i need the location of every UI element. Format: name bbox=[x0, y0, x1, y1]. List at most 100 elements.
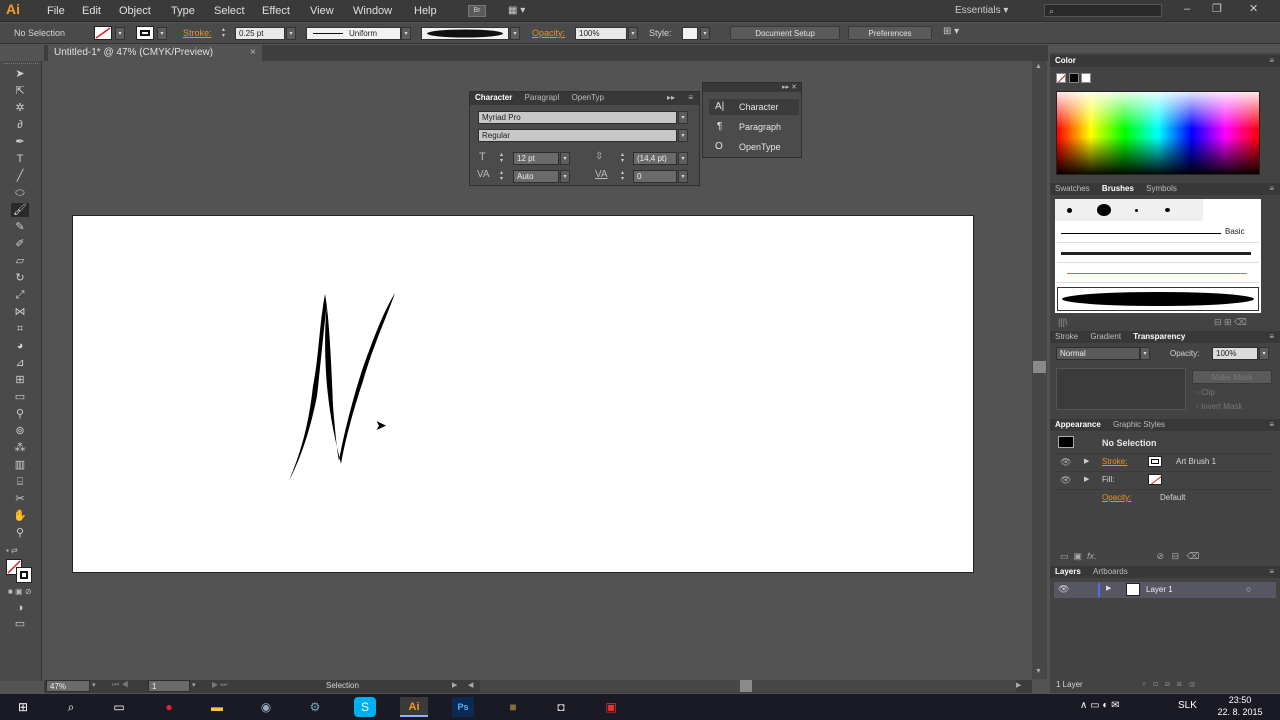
make-mask-button[interactable]: Make Mask bbox=[1192, 370, 1272, 384]
layer-row[interactable]: 👁 ▶ Layer 1 ○ bbox=[1054, 582, 1276, 598]
tab-stroke[interactable]: Stroke bbox=[1050, 331, 1083, 342]
opacity-dropdown[interactable]: ▾ bbox=[628, 27, 638, 40]
color-fill-stroke-icons[interactable] bbox=[1056, 73, 1092, 85]
appearance-opacity-row[interactable]: Opacity: Default bbox=[1054, 489, 1274, 506]
brush-stroke-artwork[interactable] bbox=[73, 216, 973, 572]
font-style-dropdown[interactable]: ▾ bbox=[678, 129, 688, 142]
leading-dropdown[interactable]: ▾ bbox=[678, 152, 688, 165]
minecraft-icon[interactable]: ■ bbox=[502, 697, 524, 717]
tab-appearance[interactable]: Appearance bbox=[1050, 419, 1106, 430]
artboard-nav-prev-icons[interactable]: ⏮ ◀ bbox=[112, 680, 129, 690]
brush-basic[interactable]: Basic bbox=[1057, 225, 1259, 243]
arrange-documents-icon[interactable]: ▦ ▾ bbox=[508, 5, 536, 17]
kerning-dropdown[interactable]: ▾ bbox=[560, 170, 570, 183]
screen-mode-icon[interactable]: ▭ bbox=[11, 617, 29, 631]
preferences-button[interactable]: Preferences bbox=[848, 26, 932, 40]
tray-icons[interactable]: ∧ ▭ ◐ ✉ bbox=[1080, 700, 1120, 711]
search-input[interactable]: ⌕ bbox=[1044, 4, 1162, 17]
document-setup-button[interactable]: Document Setup bbox=[730, 26, 840, 40]
selection-tool-icon[interactable]: ➤ bbox=[11, 67, 29, 81]
menu-object[interactable]: Object bbox=[119, 5, 151, 17]
input-language[interactable]: SLK bbox=[1178, 700, 1197, 711]
type-tool-icon[interactable]: T bbox=[11, 152, 29, 166]
fill-visibility-eye-icon[interactable]: 👁 bbox=[1060, 475, 1071, 486]
color-spectrum[interactable] bbox=[1056, 91, 1260, 175]
tab-graphic-styles[interactable]: Graphic Styles bbox=[1108, 419, 1170, 430]
stroke-visibility-eye-icon[interactable]: 👁 bbox=[1060, 457, 1071, 468]
tab-transparency[interactable]: Transparency bbox=[1128, 331, 1190, 342]
artboard-dropdown[interactable]: ▾ bbox=[192, 681, 196, 689]
blob-brush-tool-icon[interactable]: ✐ bbox=[11, 237, 29, 251]
fill-swatch[interactable] bbox=[94, 26, 112, 40]
zoom-field[interactable]: 47% bbox=[46, 680, 90, 692]
blend-tool-icon[interactable]: ⊚ bbox=[11, 424, 29, 438]
illustrator-taskbar-icon[interactable]: Ai bbox=[400, 697, 428, 717]
transparency-opacity-field[interactable]: 100% bbox=[1212, 347, 1258, 360]
perspective-grid-tool-icon[interactable]: ⊿ bbox=[11, 356, 29, 370]
invert-mask-checkbox[interactable]: ▫ Invert Mask bbox=[1196, 402, 1242, 411]
mesh-tool-icon[interactable]: ⊞ bbox=[11, 373, 29, 387]
column-graph-tool-icon[interactable]: ▥ bbox=[11, 458, 29, 472]
clip-checkbox[interactable]: ▫ Clip bbox=[1196, 388, 1215, 397]
eyedropper-tool-icon[interactable]: ⚲ bbox=[11, 407, 29, 421]
appearance-fill-row[interactable]: 👁 ▶ Fill: bbox=[1054, 471, 1274, 488]
appearance-panel-menu-icon[interactable]: ≡ bbox=[1269, 419, 1274, 430]
leading-field[interactable]: (14,4 pt) bbox=[633, 152, 677, 165]
flyout-opentype[interactable]: O OpenType bbox=[709, 139, 799, 155]
variable-width-profile[interactable]: Uniform bbox=[306, 27, 401, 40]
free-transform-tool-icon[interactable]: ⌗ bbox=[11, 322, 29, 336]
bridge-icon[interactable]: Br bbox=[468, 5, 486, 17]
menu-window[interactable]: Window bbox=[353, 5, 392, 17]
shape-builder-tool-icon[interactable]: ◕ bbox=[11, 339, 29, 353]
menu-type[interactable]: Type bbox=[171, 5, 195, 17]
layer-name[interactable]: Layer 1 bbox=[1146, 585, 1173, 594]
layer-target-icon[interactable]: ○ bbox=[1246, 584, 1251, 594]
vertical-scrollbar[interactable]: ▲ ▼ bbox=[1032, 61, 1047, 679]
opacity-field[interactable]: 100% bbox=[575, 27, 627, 40]
opera-icon[interactable]: ● bbox=[158, 697, 180, 717]
menu-effect[interactable]: Effect bbox=[262, 5, 290, 17]
tab-color[interactable]: Color bbox=[1050, 55, 1081, 66]
flyout-collapse-icon[interactable]: ▸▸ bbox=[782, 84, 789, 91]
brush-definition[interactable] bbox=[421, 27, 509, 40]
eraser-tool-icon[interactable]: ▱ bbox=[11, 254, 29, 268]
pencil-tool-icon[interactable]: ✎ bbox=[11, 220, 29, 234]
tab-symbols[interactable]: Symbols bbox=[1141, 183, 1182, 194]
taskbar-clock[interactable]: 23:50 22. 8. 2015 bbox=[1210, 694, 1270, 718]
status-menu-arrow[interactable]: ▶ bbox=[452, 681, 457, 689]
color-panel-menu-icon[interactable]: ≡ bbox=[1269, 55, 1274, 66]
fill-expand-arrow[interactable]: ▶ bbox=[1084, 475, 1089, 483]
stroke-color-box[interactable] bbox=[16, 567, 32, 583]
brush-dot-tiny[interactable] bbox=[1135, 209, 1138, 212]
scroll-left-icon[interactable]: ◀ bbox=[468, 681, 473, 689]
appearance-stroke-row[interactable]: 👁 ▶ Stroke: Art Brush 1 bbox=[1054, 453, 1274, 470]
scale-tool-icon[interactable]: ⤢ bbox=[11, 288, 29, 302]
fill-dropdown[interactable]: ▾ bbox=[115, 27, 125, 40]
close-icon[interactable]: ✕ bbox=[1249, 2, 1258, 15]
appearance-stroke-label[interactable]: Stroke: bbox=[1102, 457, 1127, 466]
appearance-opacity-label[interactable]: Opacity: bbox=[1102, 493, 1131, 502]
rotate-tool-icon[interactable]: ↻ bbox=[11, 271, 29, 285]
panel-expand-icon[interactable]: ▸▸ bbox=[667, 92, 675, 103]
line-tool-icon[interactable]: ╱ bbox=[11, 169, 29, 183]
document-tab[interactable]: Untitled-1* @ 47% (CMYK/Preview) × bbox=[48, 45, 262, 61]
brush-dot-small[interactable] bbox=[1067, 208, 1072, 213]
appearance-footer-icons[interactable]: ▭ ▣ fx. ⊘ ⊟ ⌫ bbox=[1060, 551, 1199, 562]
arrange-icon[interactable]: ⊞ ▾ bbox=[943, 26, 959, 37]
layer-expand-arrow[interactable]: ▶ bbox=[1106, 584, 1111, 592]
lasso-tool-icon[interactable]: ∂ bbox=[11, 118, 29, 132]
direct-selection-tool-icon[interactable]: ⇱ bbox=[11, 84, 29, 98]
camera-app-icon[interactable]: ◘ bbox=[550, 697, 572, 717]
stroke-dropdown[interactable]: ▾ bbox=[157, 27, 167, 40]
menu-view[interactable]: View bbox=[310, 5, 334, 17]
font-family-field[interactable]: Myriad Pro bbox=[478, 111, 677, 124]
brush-actions-icons[interactable]: ⊟ ⊞ ⌫ bbox=[1214, 317, 1247, 328]
zoom-dropdown[interactable]: ▾ bbox=[92, 681, 96, 689]
file-explorer-icon[interactable]: ▬ bbox=[206, 697, 228, 717]
profile-dropdown[interactable]: ▾ bbox=[401, 27, 411, 40]
font-size-dropdown[interactable]: ▾ bbox=[560, 152, 570, 165]
layer-visibility-eye-icon[interactable]: 👁 bbox=[1058, 584, 1069, 595]
vertical-scroll-thumb[interactable] bbox=[1033, 361, 1046, 373]
hand-tool-icon[interactable]: ✋ bbox=[11, 509, 29, 523]
style-dropdown[interactable]: ▾ bbox=[700, 27, 710, 40]
